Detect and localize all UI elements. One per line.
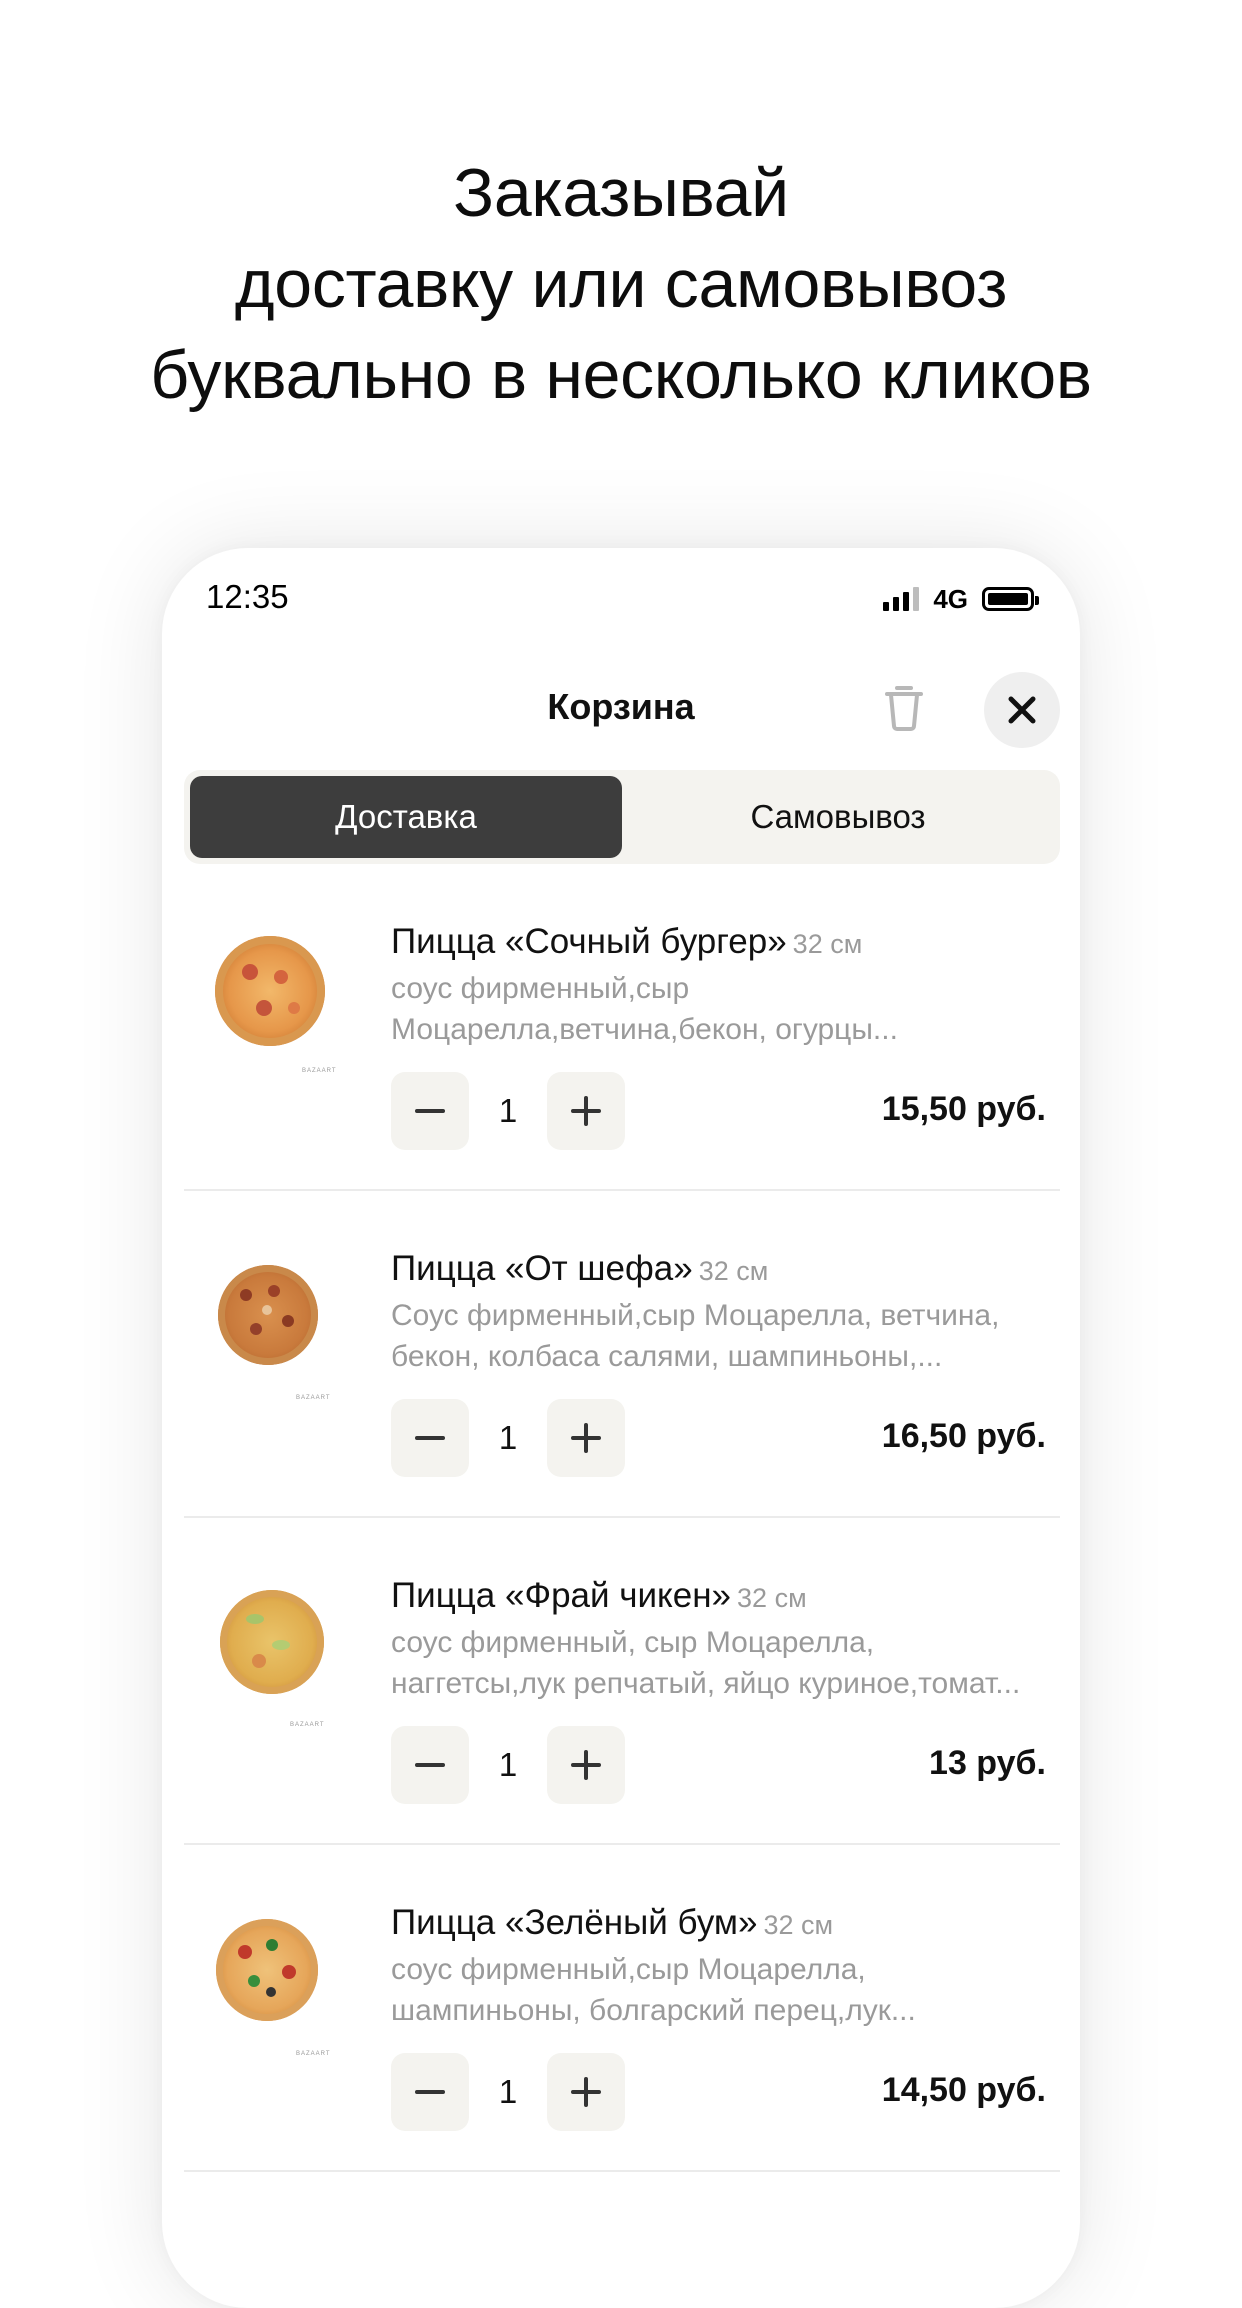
minus-icon [415,1763,445,1767]
item-size: 32 см [737,1583,807,1613]
quantity-stepper: 1 [391,1072,625,1150]
item-description: соус фирменный, сыр Моцарелла, наггетсы,… [391,1622,1051,1704]
item-size: 32 см [698,1256,769,1286]
item-price: 14,50 руб. [881,2071,1046,2109]
minus-icon [415,1109,445,1113]
description-line: соус фирменный, сыр Моцарелла, [391,1626,875,1659]
quantity-value: 1 [498,2073,518,2110]
item-description: соус фирменный,сыр Моцарелла, шампиньоны… [391,1949,1051,2031]
item-price: 15,50 руб. [881,1090,1046,1128]
brand-watermark: BAZAART [302,1068,337,1074]
quantity-stepper: 1 [391,1726,625,1804]
decrease-button[interactable] [391,2053,469,2131]
status-time: 12:35 [206,578,289,615]
item-size: 32 см [792,929,863,959]
pizza-image: BAZAART [212,930,342,1080]
close-icon [1008,696,1036,724]
headline-line: доставку или самовывоз [234,246,1008,322]
pizza-image: BAZAART [212,1584,342,1734]
description-line: Моцарелла,ветчина,бекон, огурцы... [391,1013,898,1046]
headline-line: Заказывай [453,155,789,231]
item-description: соус фирменный,сыр Моцарелла,ветчина,бек… [391,968,1051,1050]
item-name: Пицца «От шефа» [391,1249,693,1288]
tab-delivery[interactable]: Доставка [190,776,622,858]
description-line: бекон, колбаса салями, шампиньоны,... [391,1340,943,1373]
plus-icon [571,1423,601,1453]
quantity-stepper: 1 [391,1399,625,1477]
description-line: Соус фирменный,сыр Моцарелла, ветчина, [391,1299,1000,1332]
status-indicators: 4G [883,582,1039,616]
increase-button[interactable] [547,1399,625,1477]
cart-item: BAZAART Пицца «Сочный бургер» 32 см соус … [184,864,1060,1191]
description-line: соус фирменный,сыр [391,972,690,1005]
brand-watermark: BAZAART [290,1722,325,1728]
quantity-value: 1 [498,1419,518,1456]
increase-button[interactable] [547,1072,625,1150]
headline-line: буквально в несколько кликов [150,337,1092,413]
network-type: 4G [933,583,968,614]
item-price: 16,50 руб. [881,1417,1046,1455]
minus-icon [415,1436,445,1440]
battery-icon [982,587,1039,611]
phone-frame: 12:35 4G Корзина Доставка Самовывоз BAZA… [162,548,1080,2308]
cart-item: BAZAART Пицца «Зелёный бум» 32 см соус фи… [184,1845,1060,2172]
signal-icon [883,587,920,611]
item-name: Пицца «Зелёный бум» [391,1903,758,1942]
promo-headline: Заказывай доставку или самовывоз букваль… [0,148,1242,421]
item-price: 13 руб. [929,1744,1046,1782]
increase-button[interactable] [547,1726,625,1804]
description-line: шампиньоны, болгарский перец,лук... [391,1994,916,2027]
brand-watermark: BAZAART [296,1395,331,1401]
brand-watermark: BAZAART [296,2051,331,2057]
plus-icon [571,2077,601,2107]
trash-icon[interactable] [882,682,926,732]
cart-list: BAZAART Пицца «Сочный бургер» 32 см соус … [184,864,1060,2172]
increase-button[interactable] [547,2053,625,2131]
item-size: 32 см [763,1910,834,1940]
item-description: Соус фирменный,сыр Моцарелла, ветчина, б… [391,1295,1051,1377]
description-line: соус фирменный,сыр Моцарелла, [391,1953,866,1986]
description-line: наггетсы,лук репчатый, яйцо куриное,тома… [391,1667,1021,1700]
plus-icon [571,1750,601,1780]
pizza-image: BAZAART [212,1911,342,2061]
cart-item: BAZAART Пицца «Фрай чикен» 32 см соус фир… [184,1518,1060,1845]
plus-icon [571,1096,601,1126]
tab-pickup[interactable]: Самовывоз [622,776,1054,858]
quantity-value: 1 [498,1746,518,1783]
quantity-stepper: 1 [391,2053,625,2131]
item-name: Пицца «Сочный бургер» [391,922,787,961]
delivery-mode-switch: Доставка Самовывоз [184,770,1060,864]
quantity-value: 1 [498,1092,518,1129]
decrease-button[interactable] [391,1726,469,1804]
pizza-image: BAZAART [212,1257,342,1407]
close-button[interactable] [984,672,1060,748]
decrease-button[interactable] [391,1399,469,1477]
minus-icon [415,2090,445,2094]
cart-item: BAZAART Пицца «От шефа» 32 см Соус фирмен… [184,1191,1060,1518]
item-name: Пицца «Фрай чикен» [391,1576,732,1615]
page-title: Корзина [547,686,695,727]
decrease-button[interactable] [391,1072,469,1150]
